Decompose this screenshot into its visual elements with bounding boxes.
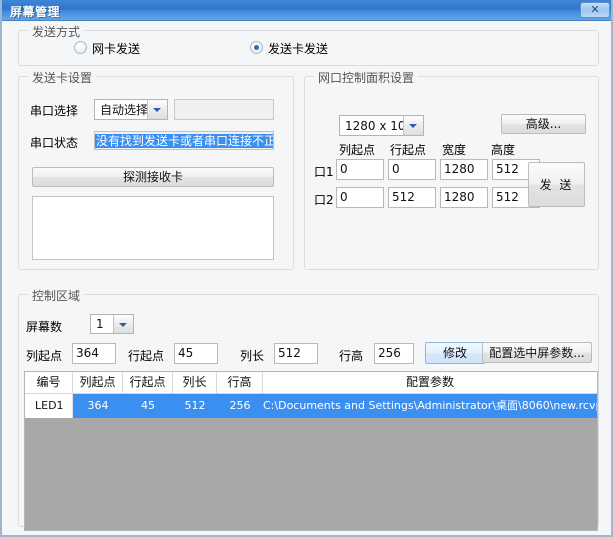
port2-width-field[interactable]: 1280: [440, 187, 488, 208]
port1-col-start-field[interactable]: 0: [336, 159, 384, 180]
row-height-field[interactable]: 256: [374, 343, 414, 364]
window-title: 屏幕管理: [10, 5, 61, 19]
cell-col-start[interactable]: 364: [73, 394, 123, 418]
detect-log-list[interactable]: [32, 196, 274, 260]
col-start-label: 列起点: [26, 349, 63, 363]
radio-network-card-send-label: 网卡发送: [92, 42, 141, 56]
cell-row-height[interactable]: 256: [217, 394, 263, 418]
port-status-field[interactable]: 没有找到发送卡或者串口连接不正确: [94, 131, 274, 150]
port-select-value: 自动选择: [100, 103, 149, 117]
row-start-field[interactable]: 45: [174, 343, 218, 364]
port-status-value: 没有找到发送卡或者串口连接不正确: [95, 134, 273, 148]
screen-count-value: 1: [96, 317, 104, 331]
net-port-group-title: 网口控制面积设置: [314, 69, 419, 86]
col-start-field[interactable]: 364: [72, 343, 116, 364]
net-col-header-col-start: 列起点: [339, 143, 376, 157]
screen-count-label: 屏幕数: [26, 320, 63, 334]
detect-receiver-card-button[interactable]: 探测接收卡: [32, 167, 274, 187]
table-row[interactable]: LED1 364 45 512 256 C:\Documents and Set…: [25, 394, 597, 418]
net-col-header-row-start: 行起点: [390, 143, 427, 157]
table-header-col-start[interactable]: 列起点: [73, 372, 123, 393]
port2-col-start-field[interactable]: 0: [336, 187, 384, 208]
close-button[interactable]: ✕: [580, 2, 610, 18]
screen-config-table[interactable]: 编号 列起点 行起点 列长 行高 配置参数 LED1 364 45 512 25…: [24, 371, 598, 531]
table-header-row: 编号 列起点 行起点 列长 行高 配置参数: [25, 372, 597, 394]
table-header-id[interactable]: 编号: [25, 372, 73, 393]
col-len-field[interactable]: 512: [274, 343, 318, 364]
chevron-down-icon[interactable]: [403, 116, 423, 135]
chevron-down-icon[interactable]: [113, 315, 133, 333]
port-select-label: 串口选择: [30, 104, 79, 118]
port-extra-field[interactable]: [174, 99, 274, 120]
sender-card-group-title: 发送卡设置: [28, 69, 97, 86]
configure-selected-screen-button[interactable]: 配置选中屏参数...: [482, 342, 592, 363]
cell-config[interactable]: C:\Documents and Settings\Administrator\…: [263, 394, 597, 418]
net-col-header-height: 高度: [491, 143, 516, 157]
radio-sender-card-send-label: 发送卡发送: [268, 42, 329, 56]
row-height-label: 行高: [339, 349, 364, 363]
col-len-label: 列长: [240, 349, 265, 363]
port1-row-start-field[interactable]: 0: [388, 159, 436, 180]
modify-button[interactable]: 修改: [425, 342, 485, 364]
screen-management-dialog: 屏幕管理 ✕ 发送方式 网卡发送 发送卡发送 发送卡设置 串口选择 自动选择 串…: [0, 0, 613, 537]
port1-label: 口1: [314, 165, 334, 179]
net-col-header-width: 宽度: [442, 143, 467, 157]
port2-label: 口2: [314, 193, 334, 207]
row-start-label: 行起点: [128, 349, 165, 363]
table-header-config[interactable]: 配置参数: [263, 372, 597, 393]
advanced-button[interactable]: 高级...: [501, 114, 586, 134]
send-mode-group-title: 发送方式: [28, 23, 85, 40]
cell-row-start[interactable]: 45: [123, 394, 173, 418]
screen-count-combo[interactable]: 1: [90, 314, 134, 334]
table-header-col-len[interactable]: 列长: [173, 372, 217, 393]
send-button[interactable]: 发 送: [528, 162, 585, 207]
radio-sender-card-send[interactable]: [250, 41, 263, 54]
resolution-combo[interactable]: 1280 x 1024: [339, 115, 424, 136]
port-status-label: 串口状态: [30, 136, 79, 150]
cell-id[interactable]: LED1: [25, 394, 73, 418]
title-bar: 屏幕管理 ✕: [2, 0, 611, 21]
port-select-combo[interactable]: 自动选择: [94, 99, 168, 120]
port2-row-start-field[interactable]: 512: [388, 187, 436, 208]
table-header-row-height[interactable]: 行高: [217, 372, 263, 393]
close-icon: ✕: [590, 3, 600, 16]
table-header-row-start[interactable]: 行起点: [123, 372, 173, 393]
chevron-down-icon[interactable]: [147, 100, 167, 119]
port1-width-field[interactable]: 1280: [440, 159, 488, 180]
radio-network-card-send[interactable]: [74, 41, 87, 54]
control-area-group-title: 控制区域: [28, 287, 85, 304]
cell-col-len[interactable]: 512: [173, 394, 217, 418]
